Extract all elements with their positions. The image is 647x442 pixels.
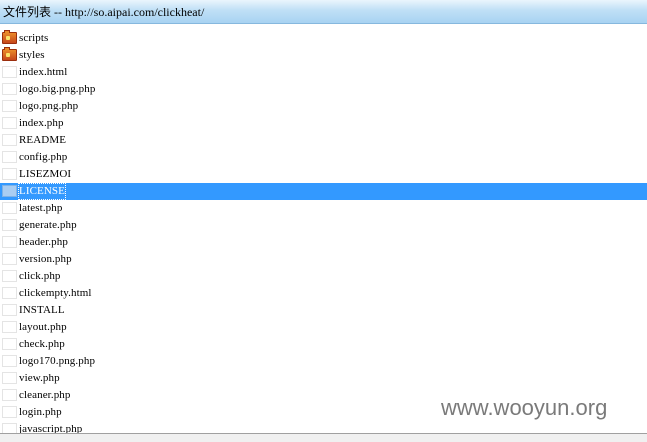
file-name-label: view.php: [19, 372, 60, 384]
file-list[interactable]: scripts styles index.html logo.big.png.php l…: [0, 30, 647, 438]
file-icon: [2, 100, 17, 112]
file-icon: [2, 372, 17, 384]
file-list-item[interactable]: logo.png.php: [0, 98, 647, 115]
file-list-item[interactable]: check.php: [0, 336, 647, 353]
file-list-item[interactable]: layout.php: [0, 319, 647, 336]
file-name-label: clickempty.html: [19, 287, 92, 299]
file-list-item[interactable]: logo.big.png.php: [0, 81, 647, 98]
file-icon: [2, 185, 17, 197]
file-list-item[interactable]: logo170.png.php: [0, 353, 647, 370]
file-list-item[interactable]: latest.php: [0, 200, 647, 217]
file-icon: [2, 168, 17, 180]
file-icon: [2, 304, 17, 316]
file-name-label: latest.php: [19, 202, 63, 214]
folder-icon: [2, 47, 17, 61]
file-name-label: LICENSE: [18, 183, 66, 200]
file-list-item[interactable]: version.php: [0, 251, 647, 268]
folder-icon: [2, 30, 17, 44]
file-icon: [2, 236, 17, 248]
file-name-label: check.php: [19, 338, 65, 350]
file-icon: [2, 202, 17, 214]
file-name-label: header.php: [19, 236, 68, 248]
window-title: 文件列表 -- http://so.aipai.com/clickheat/: [3, 5, 205, 19]
file-name-label: layout.php: [19, 321, 67, 333]
file-list-item[interactable]: styles: [0, 47, 647, 64]
file-name-label: styles: [19, 49, 45, 61]
watermark: www.wooyun.org: [441, 395, 608, 420]
file-icon: [2, 117, 17, 129]
file-list-item[interactable]: INSTALL: [0, 302, 647, 319]
file-name-label: LISEZMOI: [19, 168, 72, 180]
file-icon: [2, 151, 17, 163]
file-list-item[interactable]: header.php: [0, 234, 647, 251]
file-icon: [2, 66, 17, 78]
file-icon: [2, 355, 17, 367]
file-icon: [2, 83, 17, 95]
file-list-item[interactable]: LISEZMOI: [0, 166, 647, 183]
file-icon: [2, 389, 17, 401]
file-list-item[interactable]: README: [0, 132, 647, 149]
file-icon: [2, 134, 17, 146]
file-name-label: INSTALL: [19, 304, 65, 316]
file-list-item[interactable]: generate.php: [0, 217, 647, 234]
window-title-bar: 文件列表 -- http://so.aipai.com/clickheat/: [0, 0, 647, 24]
file-icon: [2, 406, 17, 418]
file-name-label: scripts: [19, 32, 49, 44]
file-icon: [2, 338, 17, 350]
file-name-label: config.php: [19, 151, 68, 163]
file-icon: [2, 219, 17, 231]
file-list-item[interactable]: click.php: [0, 268, 647, 285]
file-icon: [2, 321, 17, 333]
file-list-item[interactable]: index.html: [0, 64, 647, 81]
file-name-label: click.php: [19, 270, 61, 282]
file-name-label: index.php: [19, 117, 64, 129]
file-name-label: version.php: [19, 253, 72, 265]
file-list-item[interactable]: view.php: [0, 370, 647, 387]
file-list-item[interactable]: scripts: [0, 30, 647, 47]
file-name-label: cleaner.php: [19, 389, 71, 401]
file-name-label: logo170.png.php: [19, 355, 96, 367]
file-name-label: index.html: [19, 66, 68, 78]
file-icon: [2, 270, 17, 282]
file-icon: [2, 287, 17, 299]
file-name-label: login.php: [19, 406, 62, 418]
file-list-item[interactable]: index.php: [0, 115, 647, 132]
file-name-label: README: [19, 134, 67, 146]
file-name-label: generate.php: [19, 219, 77, 231]
file-icon: [2, 253, 17, 265]
file-list-item[interactable]: LICENSE: [0, 183, 647, 200]
file-name-label: logo.big.png.php: [19, 83, 96, 95]
file-list-item[interactable]: config.php: [0, 149, 647, 166]
file-list-item[interactable]: clickempty.html: [0, 285, 647, 302]
file-name-label: logo.png.php: [19, 100, 79, 112]
